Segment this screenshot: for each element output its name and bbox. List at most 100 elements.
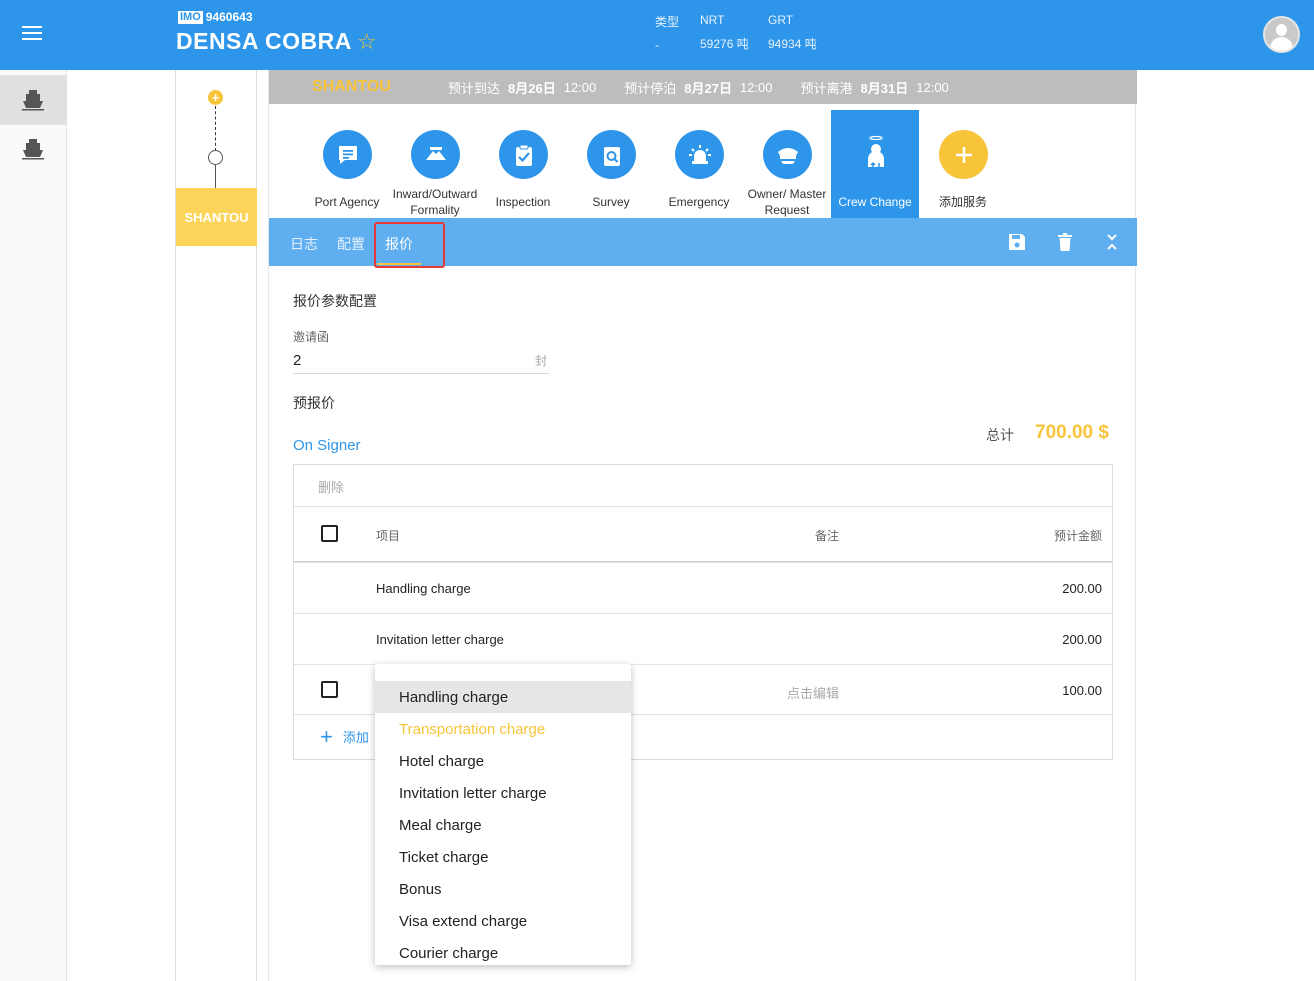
ship-nav-icon[interactable] bbox=[0, 75, 66, 125]
formality-icon bbox=[411, 130, 460, 179]
select-all-checkbox[interactable] bbox=[321, 525, 338, 542]
charge-item-dropdown: Handling charge Transportation charge Ho… bbox=[375, 664, 631, 965]
eta-time: 12:00 bbox=[563, 79, 597, 95]
ship-list-icon[interactable] bbox=[0, 124, 66, 174]
imo-number: IMO 9460643 bbox=[178, 10, 253, 24]
service-label: Survey bbox=[592, 195, 630, 209]
timeline-line bbox=[215, 165, 216, 188]
port-timeline: + SHANTOU bbox=[175, 70, 257, 981]
timeline-node[interactable] bbox=[208, 150, 223, 165]
favorite-star-icon[interactable]: ☆ bbox=[357, 29, 377, 55]
row-amount: 200.00 bbox=[1062, 581, 1102, 596]
etd-time: 12:00 bbox=[916, 79, 949, 95]
top-app-bar: IMO 9460643 DENSA COBRA ☆ 类型 - NRT 59276… bbox=[0, 0, 1314, 70]
ship-grt: GRT 94934 吨 bbox=[768, 13, 817, 52]
etb-time: 12:00 bbox=[739, 79, 773, 95]
etd-label: 预计离港 bbox=[800, 80, 853, 96]
on-signer-section[interactable]: On Signer bbox=[293, 437, 361, 454]
tab-log[interactable]: 日志 bbox=[290, 234, 318, 254]
service-label: Port Agency bbox=[314, 195, 380, 209]
save-icon[interactable] bbox=[1007, 232, 1027, 252]
dropdown-option[interactable]: Transportation charge bbox=[375, 713, 631, 745]
ship-name: DENSA COBRA ☆ bbox=[176, 28, 377, 55]
timeline-dotted-line bbox=[215, 106, 216, 151]
highlight-annotation bbox=[374, 222, 445, 268]
service-tiles: Port Agency Inward/Outward Formality Ins… bbox=[269, 110, 1137, 225]
collapse-icon[interactable] bbox=[1102, 232, 1122, 252]
survey-search-icon bbox=[587, 130, 636, 179]
nrt-value: 59276 吨 bbox=[700, 37, 749, 51]
service-inward-outward[interactable]: Inward/Outward Formality bbox=[391, 110, 479, 218]
menu-icon[interactable] bbox=[22, 26, 42, 42]
row-amount: 100.00 bbox=[1062, 683, 1102, 698]
header-note: 备注 bbox=[815, 529, 840, 543]
tab-config[interactable]: 配置 bbox=[337, 234, 365, 254]
grt-label: GRT bbox=[768, 13, 794, 27]
etd-date: 8月31日 bbox=[860, 80, 909, 96]
invitation-unit: 封 bbox=[534, 354, 547, 368]
invitation-count-input[interactable]: 2 封 bbox=[293, 348, 549, 374]
add-item-button[interactable]: + 添加 bbox=[320, 723, 369, 749]
row-item: Handling charge bbox=[376, 581, 471, 596]
table-row[interactable]: Handling charge 200.00 bbox=[294, 562, 1112, 613]
dropdown-option[interactable]: Invitation letter charge bbox=[375, 777, 631, 809]
service-label: Inspection bbox=[495, 195, 551, 209]
service-label: Emergency bbox=[668, 195, 730, 209]
dropdown-option[interactable]: Hotel charge bbox=[375, 745, 631, 777]
dropdown-option[interactable]: Bonus bbox=[375, 873, 631, 905]
ship-type-value: - bbox=[655, 38, 659, 52]
port-agency-icon bbox=[323, 130, 372, 179]
row-amount: 200.00 bbox=[1062, 632, 1102, 647]
etb-date: 8月27日 bbox=[684, 80, 732, 96]
service-inspection[interactable]: Inspection bbox=[479, 110, 567, 218]
delete-rows-button[interactable]: 删除 bbox=[318, 477, 344, 496]
grt-value: 94934 吨 bbox=[768, 37, 817, 51]
dropdown-option[interactable]: Meal charge bbox=[375, 809, 631, 841]
invitation-field-label: 邀请函 bbox=[293, 330, 330, 344]
header-item: 项目 bbox=[376, 529, 401, 543]
user-avatar[interactable] bbox=[1263, 16, 1300, 53]
row-note-edit[interactable]: 点击编辑 bbox=[787, 683, 839, 702]
ship-name-text: DENSA COBRA bbox=[176, 28, 352, 54]
add-service-plus-icon bbox=[939, 130, 988, 179]
dropdown-option[interactable]: Courier charge bbox=[375, 937, 631, 965]
service-label: Crew Change bbox=[838, 195, 912, 209]
eta-date: 8月26日 bbox=[508, 80, 556, 96]
ship-type-label: 类型 bbox=[655, 15, 680, 29]
table-row[interactable]: Invitation letter charge 200.00 bbox=[294, 613, 1112, 664]
delete-trash-icon[interactable] bbox=[1055, 232, 1075, 252]
total-amount: 700.00 $ bbox=[1035, 422, 1109, 443]
service-port-agency[interactable]: Port Agency bbox=[303, 110, 391, 218]
dropdown-option[interactable]: Handling charge bbox=[375, 681, 631, 713]
service-label: Owner/ Master Request bbox=[747, 187, 827, 217]
service-emergency[interactable]: Emergency bbox=[655, 110, 743, 218]
left-nav-rail bbox=[0, 70, 67, 981]
dropdown-option[interactable]: Ticket charge bbox=[375, 841, 631, 873]
add-port-icon[interactable]: + bbox=[208, 90, 223, 105]
row-item: Invitation letter charge bbox=[376, 632, 504, 647]
nrt-label: NRT bbox=[700, 13, 725, 27]
port-name: SHANTOU bbox=[312, 78, 391, 95]
timeline-port-shantou[interactable]: SHANTOU bbox=[176, 188, 257, 246]
emergency-siren-icon bbox=[675, 130, 724, 179]
service-owner-master[interactable]: Owner/ Master Request bbox=[743, 110, 831, 218]
row-checkbox[interactable] bbox=[321, 681, 338, 698]
service-label: 添加服务 bbox=[938, 195, 987, 209]
dropdown-option[interactable]: Visa extend charge bbox=[375, 905, 631, 937]
add-plus-icon: + bbox=[320, 723, 333, 749]
port-schedule-bar: SHANTOU 预计到达 8月26日 12:00 预计停泊 8月27日 12:0… bbox=[269, 70, 1137, 104]
crew-change-icon bbox=[851, 130, 900, 179]
add-item-label: 添加 bbox=[342, 730, 369, 745]
total-label: 总计 bbox=[986, 427, 1014, 443]
imo-value: 9460643 bbox=[205, 10, 253, 24]
pre-quote-title: 预报价 bbox=[293, 395, 335, 411]
service-survey[interactable]: Survey bbox=[567, 110, 655, 218]
header-amount: 预计金额 bbox=[1053, 529, 1102, 543]
imo-tag: IMO bbox=[178, 10, 203, 24]
table-header-row: 项目 备注 预计金额 bbox=[294, 506, 1112, 562]
service-add[interactable]: 添加服务 bbox=[919, 110, 1007, 218]
ship-type: 类型 - bbox=[655, 13, 679, 52]
eta-label: 预计到达 bbox=[448, 80, 501, 96]
service-crew-change[interactable]: Crew Change bbox=[831, 110, 919, 218]
service-tabbar: 日志 配置 报价 bbox=[269, 218, 1137, 268]
